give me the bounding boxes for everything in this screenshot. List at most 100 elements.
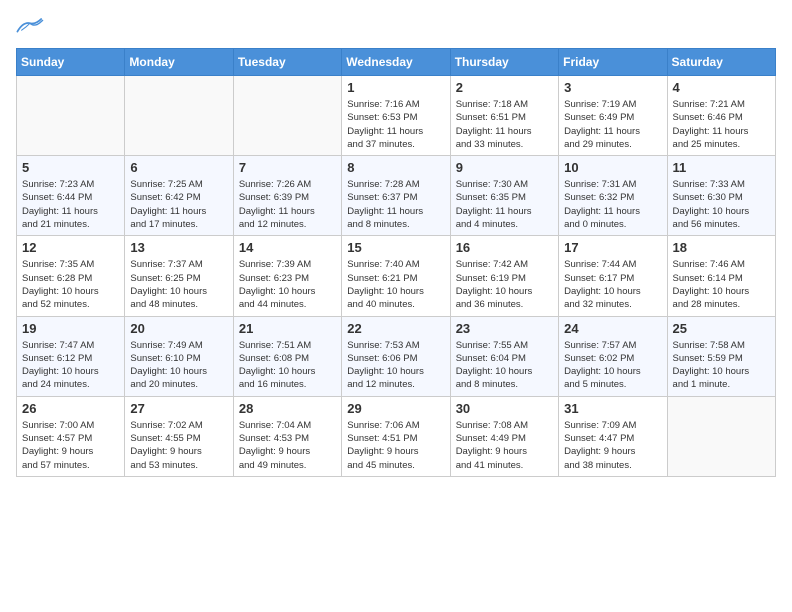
day-number: 5 (22, 160, 119, 175)
calendar-cell (233, 76, 341, 156)
day-info: Sunrise: 7:40 AM Sunset: 6:21 PM Dayligh… (347, 258, 444, 311)
day-info: Sunrise: 7:30 AM Sunset: 6:35 PM Dayligh… (456, 178, 553, 231)
weekday-tuesday: Tuesday (233, 49, 341, 76)
weekday-wednesday: Wednesday (342, 49, 450, 76)
calendar-header: SundayMondayTuesdayWednesdayThursdayFrid… (17, 49, 776, 76)
calendar-cell: 23Sunrise: 7:55 AM Sunset: 6:04 PM Dayli… (450, 316, 558, 396)
calendar-week-1: 5 Sunrise: 7:23 AM Sunset: 6:44 PM Daylig… (17, 156, 776, 236)
calendar-cell: 27 Sunrise: 7:02 AM Sunset: 4:55 PM Dayli… (125, 396, 233, 476)
day-info: Sunrise: 7:35 AM Sunset: 6:28 PM Dayligh… (22, 258, 119, 311)
day-info: Sunrise: 7:09 AM Sunset: 4:47 PM Dayligh… (564, 419, 661, 472)
day-info: Sunrise: 7:49 AM Sunset: 6:10 PM Dayligh… (130, 339, 227, 392)
logo (16, 16, 48, 36)
day-number: 13 (130, 240, 227, 255)
day-number: 25 (673, 321, 770, 336)
calendar-cell: 17 Sunrise: 7:44 AM Sunset: 6:17 PM Dayli… (559, 236, 667, 316)
calendar-cell: 10 Sunrise: 7:31 AM Sunset: 6:32 PM Dayli… (559, 156, 667, 236)
day-number: 7 (239, 160, 336, 175)
calendar-cell: 18 Sunrise: 7:46 AM Sunset: 6:14 PM Dayli… (667, 236, 775, 316)
calendar-cell: 31 Sunrise: 7:09 AM Sunset: 4:47 PM Dayli… (559, 396, 667, 476)
calendar-cell: 13 Sunrise: 7:37 AM Sunset: 6:25 PM Dayli… (125, 236, 233, 316)
day-info: Sunrise: 7:57 AM Sunset: 6:02 PM Dayligh… (564, 339, 661, 392)
day-info: Sunrise: 7:33 AM Sunset: 6:30 PM Dayligh… (673, 178, 770, 231)
day-info: Sunrise: 7:19 AM Sunset: 6:49 PM Dayligh… (564, 98, 661, 151)
weekday-saturday: Saturday (667, 49, 775, 76)
day-info: Sunrise: 7:55 AM Sunset: 6:04 PM Dayligh… (456, 339, 553, 392)
day-info: Sunrise: 7:51 AM Sunset: 6:08 PM Dayligh… (239, 339, 336, 392)
calendar-cell: 12 Sunrise: 7:35 AM Sunset: 6:28 PM Dayli… (17, 236, 125, 316)
day-number: 29 (347, 401, 444, 416)
day-number: 30 (456, 401, 553, 416)
calendar-cell: 2Sunrise: 7:18 AM Sunset: 6:51 PM Daylig… (450, 76, 558, 156)
day-info: Sunrise: 7:25 AM Sunset: 6:42 PM Dayligh… (130, 178, 227, 231)
logo-bird-icon (16, 16, 44, 36)
calendar-cell: 22 Sunrise: 7:53 AM Sunset: 6:06 PM Dayli… (342, 316, 450, 396)
calendar-cell (125, 76, 233, 156)
day-info: Sunrise: 7:53 AM Sunset: 6:06 PM Dayligh… (347, 339, 444, 392)
calendar-cell: 4Sunrise: 7:21 AM Sunset: 6:46 PM Daylig… (667, 76, 775, 156)
day-number: 26 (22, 401, 119, 416)
day-number: 10 (564, 160, 661, 175)
day-info: Sunrise: 7:04 AM Sunset: 4:53 PM Dayligh… (239, 419, 336, 472)
day-number: 6 (130, 160, 227, 175)
calendar-week-3: 19 Sunrise: 7:47 AM Sunset: 6:12 PM Dayli… (17, 316, 776, 396)
day-number: 24 (564, 321, 661, 336)
day-number: 28 (239, 401, 336, 416)
day-info: Sunrise: 7:31 AM Sunset: 6:32 PM Dayligh… (564, 178, 661, 231)
calendar-cell: 9 Sunrise: 7:30 AM Sunset: 6:35 PM Daylig… (450, 156, 558, 236)
calendar-cell: 16Sunrise: 7:42 AM Sunset: 6:19 PM Dayli… (450, 236, 558, 316)
calendar-cell: 3 Sunrise: 7:19 AM Sunset: 6:49 PM Daylig… (559, 76, 667, 156)
day-number: 4 (673, 80, 770, 95)
day-number: 3 (564, 80, 661, 95)
calendar-body: 1Sunrise: 7:16 AM Sunset: 6:53 PM Daylig… (17, 76, 776, 477)
day-number: 18 (673, 240, 770, 255)
calendar-cell: 5 Sunrise: 7:23 AM Sunset: 6:44 PM Daylig… (17, 156, 125, 236)
day-info: Sunrise: 7:08 AM Sunset: 4:49 PM Dayligh… (456, 419, 553, 472)
day-info: Sunrise: 7:46 AM Sunset: 6:14 PM Dayligh… (673, 258, 770, 311)
day-number: 20 (130, 321, 227, 336)
calendar-week-0: 1Sunrise: 7:16 AM Sunset: 6:53 PM Daylig… (17, 76, 776, 156)
calendar-cell: 15 Sunrise: 7:40 AM Sunset: 6:21 PM Dayli… (342, 236, 450, 316)
calendar-week-2: 12 Sunrise: 7:35 AM Sunset: 6:28 PM Dayli… (17, 236, 776, 316)
day-info: Sunrise: 7:26 AM Sunset: 6:39 PM Dayligh… (239, 178, 336, 231)
calendar-cell: 11Sunrise: 7:33 AM Sunset: 6:30 PM Dayli… (667, 156, 775, 236)
weekday-friday: Friday (559, 49, 667, 76)
day-info: Sunrise: 7:28 AM Sunset: 6:37 PM Dayligh… (347, 178, 444, 231)
calendar-cell: 1Sunrise: 7:16 AM Sunset: 6:53 PM Daylig… (342, 76, 450, 156)
calendar-cell: 6 Sunrise: 7:25 AM Sunset: 6:42 PM Daylig… (125, 156, 233, 236)
page-header (16, 16, 776, 36)
day-number: 15 (347, 240, 444, 255)
day-info: Sunrise: 7:02 AM Sunset: 4:55 PM Dayligh… (130, 419, 227, 472)
day-number: 12 (22, 240, 119, 255)
day-info: Sunrise: 7:39 AM Sunset: 6:23 PM Dayligh… (239, 258, 336, 311)
calendar-cell: 29 Sunrise: 7:06 AM Sunset: 4:51 PM Dayli… (342, 396, 450, 476)
day-number: 16 (456, 240, 553, 255)
calendar-cell: 30 Sunrise: 7:08 AM Sunset: 4:49 PM Dayli… (450, 396, 558, 476)
weekday-monday: Monday (125, 49, 233, 76)
calendar-cell (17, 76, 125, 156)
calendar-cell: 26Sunrise: 7:00 AM Sunset: 4:57 PM Dayli… (17, 396, 125, 476)
calendar-week-4: 26Sunrise: 7:00 AM Sunset: 4:57 PM Dayli… (17, 396, 776, 476)
weekday-sunday: Sunday (17, 49, 125, 76)
day-number: 27 (130, 401, 227, 416)
day-number: 31 (564, 401, 661, 416)
day-info: Sunrise: 7:47 AM Sunset: 6:12 PM Dayligh… (22, 339, 119, 392)
calendar-cell: 20 Sunrise: 7:49 AM Sunset: 6:10 PM Dayli… (125, 316, 233, 396)
day-info: Sunrise: 7:16 AM Sunset: 6:53 PM Dayligh… (347, 98, 444, 151)
day-number: 17 (564, 240, 661, 255)
weekday-header-row: SundayMondayTuesdayWednesdayThursdayFrid… (17, 49, 776, 76)
day-number: 9 (456, 160, 553, 175)
day-info: Sunrise: 7:37 AM Sunset: 6:25 PM Dayligh… (130, 258, 227, 311)
day-number: 22 (347, 321, 444, 336)
day-info: Sunrise: 7:06 AM Sunset: 4:51 PM Dayligh… (347, 419, 444, 472)
calendar-cell: 25Sunrise: 7:58 AM Sunset: 5:59 PM Dayli… (667, 316, 775, 396)
calendar-cell (667, 396, 775, 476)
day-number: 14 (239, 240, 336, 255)
day-info: Sunrise: 7:44 AM Sunset: 6:17 PM Dayligh… (564, 258, 661, 311)
day-number: 19 (22, 321, 119, 336)
day-number: 8 (347, 160, 444, 175)
calendar-cell: 19 Sunrise: 7:47 AM Sunset: 6:12 PM Dayli… (17, 316, 125, 396)
calendar-cell: 8 Sunrise: 7:28 AM Sunset: 6:37 PM Daylig… (342, 156, 450, 236)
calendar-cell: 24 Sunrise: 7:57 AM Sunset: 6:02 PM Dayli… (559, 316, 667, 396)
day-info: Sunrise: 7:23 AM Sunset: 6:44 PM Dayligh… (22, 178, 119, 231)
